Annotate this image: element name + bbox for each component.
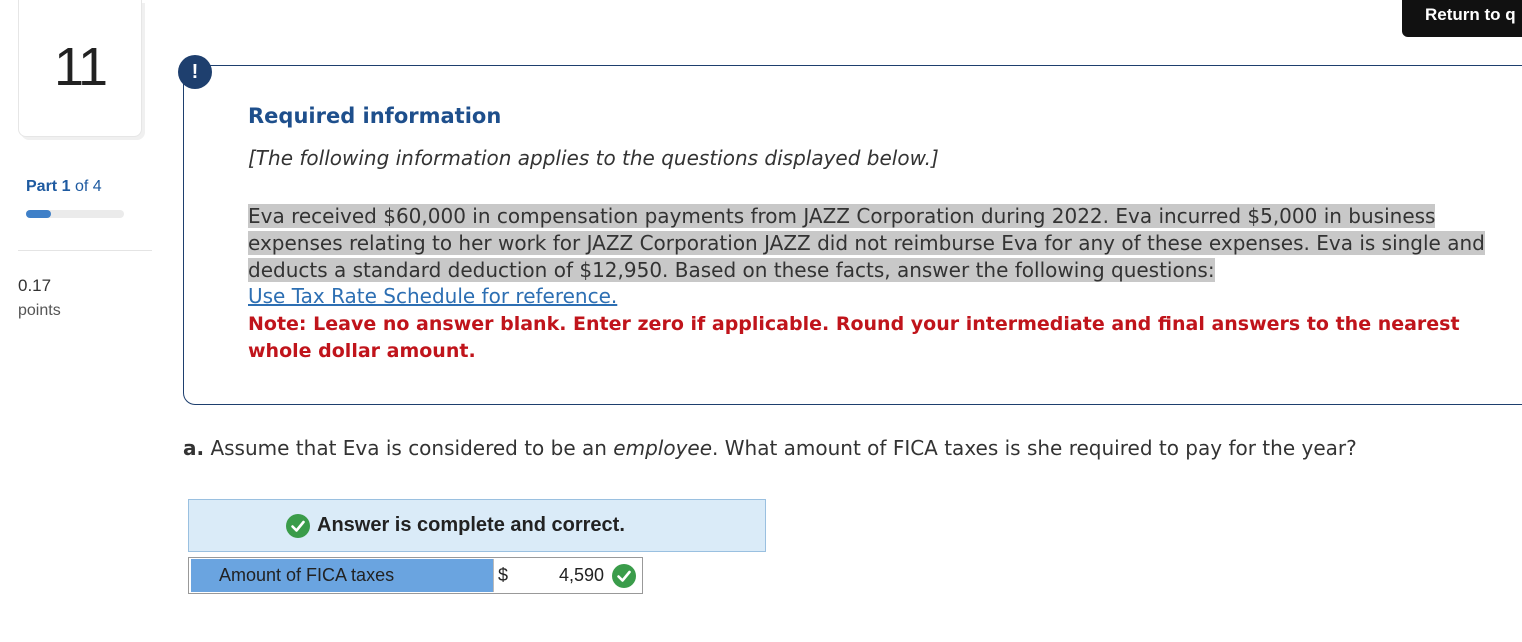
answer-row-label: Amount of FICA taxes bbox=[219, 565, 395, 585]
answer-status-banner: Answer is complete and correct. bbox=[188, 499, 766, 552]
required-information-title: Required information bbox=[248, 104, 502, 128]
scenario-highlight: Eva received $60,000 in compensation pay… bbox=[248, 204, 1485, 282]
scenario-text: Eva received $60,000 in compensation pay… bbox=[248, 203, 1488, 284]
tax-rate-schedule-link[interactable]: Use Tax Rate Schedule for reference. bbox=[248, 284, 617, 308]
rail-divider bbox=[18, 250, 152, 251]
required-information-subtitle: [The following information applies to th… bbox=[248, 146, 939, 170]
question-number-card: 11 bbox=[18, 0, 142, 137]
question-text-after: . What amount of FICA taxes is she requi… bbox=[712, 436, 1357, 460]
fica-amount-value: 4,590 bbox=[558, 565, 604, 585]
fica-amount-field[interactable]: $ 4,590 bbox=[493, 559, 642, 592]
question-a: a. Assume that Eva is considered to be a… bbox=[183, 436, 1357, 460]
answer-label-cell: Amount of FICA taxes bbox=[191, 559, 493, 592]
check-circle-icon bbox=[286, 514, 310, 538]
question-number: 11 bbox=[53, 37, 108, 97]
part-indicator: Part 1 of 4 bbox=[26, 178, 102, 196]
question-text-before: Assume that Eva is considered to be an bbox=[210, 436, 607, 460]
part-progress-bar bbox=[26, 210, 124, 218]
alert-icon: ! bbox=[178, 55, 212, 89]
return-button[interactable]: Return to q bbox=[1402, 0, 1522, 37]
currency-symbol: $ bbox=[498, 565, 509, 585]
part-progress-fill bbox=[26, 210, 51, 218]
points-value: 0.17 bbox=[18, 276, 52, 295]
instruction-note: Note: Leave no answer blank. Enter zero … bbox=[248, 313, 1460, 362]
part-total: of 4 bbox=[74, 178, 102, 195]
points-label: points bbox=[18, 302, 61, 319]
answer-row: Amount of FICA taxes $ 4,590 bbox=[188, 557, 643, 594]
part-label: Part bbox=[26, 178, 58, 195]
answer-status-text: Answer is complete and correct. bbox=[317, 514, 625, 536]
question-letter: a. bbox=[183, 436, 205, 460]
part-current: 1 bbox=[61, 178, 71, 195]
question-emphasis: employee bbox=[613, 436, 713, 460]
correct-check-icon bbox=[612, 564, 636, 588]
